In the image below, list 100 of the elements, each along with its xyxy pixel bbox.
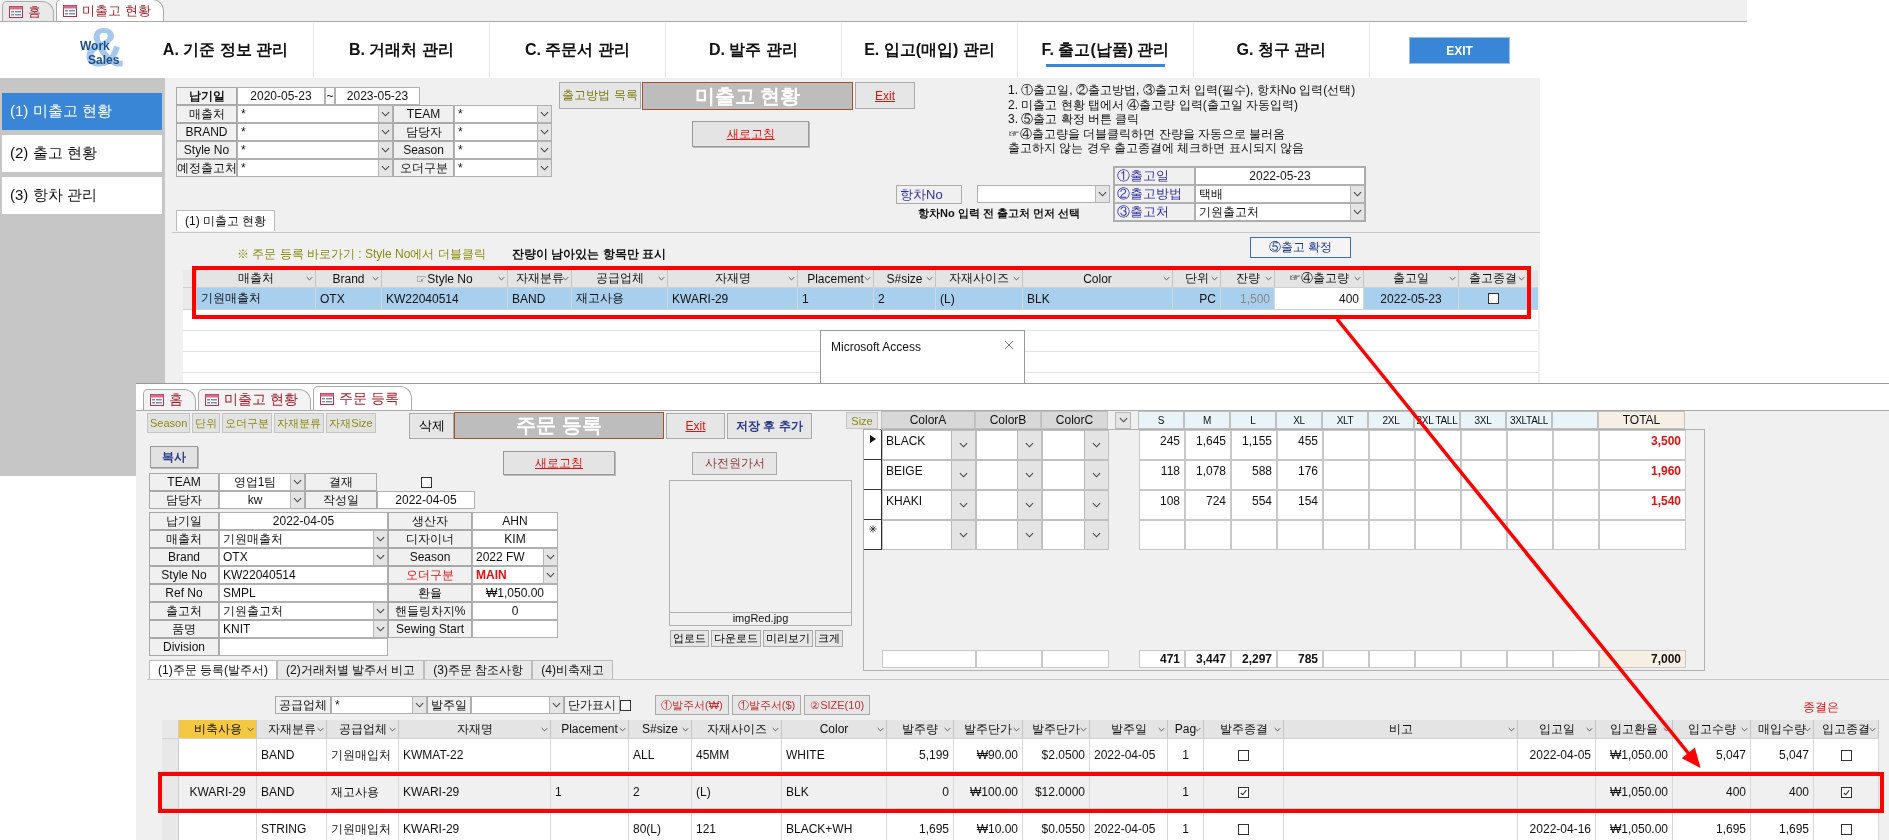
combo-field[interactable]: 기원출고처 [1195, 203, 1365, 221]
image-button[interactable]: 업로드 [670, 630, 709, 647]
column-header[interactable]: ☞Style No [382, 270, 508, 287]
combo-field[interactable]: KNIT [219, 620, 388, 638]
combo-field[interactable]: * [454, 105, 552, 123]
image-button[interactable]: 다운로드 [711, 630, 761, 647]
combo-field[interactable]: * [454, 123, 552, 141]
column-header[interactable]: Placement [551, 720, 629, 738]
document-tab[interactable]: 주문 등록 [312, 386, 412, 410]
column-header[interactable]: 자재분류 [257, 720, 327, 738]
combo-field[interactable] [977, 521, 1041, 549]
column-header[interactable]: 출고종결 [1459, 270, 1528, 287]
copy-button[interactable]: 복사 [150, 446, 198, 468]
row-selector[interactable] [864, 520, 882, 550]
delete-button[interactable]: 삭제 [409, 413, 454, 439]
checkbox[interactable] [1238, 786, 1249, 798]
text-field[interactable]: SMPL [219, 584, 388, 602]
date-field[interactable]: 2022-04-05 [377, 491, 475, 509]
image-button[interactable]: 미리보기 [763, 630, 813, 647]
tab[interactable]: (1) 미출고 현황 [176, 210, 276, 231]
confirm-button[interactable]: ⑤출고 확정 [1250, 237, 1351, 258]
sidebar-item[interactable]: (2) 출고 현황 [2, 135, 162, 172]
combo-field[interactable]: MAIN [472, 566, 558, 584]
column-header[interactable]: Color [1023, 270, 1173, 287]
document-tab[interactable]: 미출고 현황 [56, 0, 164, 21]
column-header[interactable]: 자재사이즈 [692, 720, 782, 738]
table-row[interactable]: KWARI-29 BAND 재고사용 KWARI-29 1 2 (L) BLK 0 ₩100.00 $12.0000 1 ₩1,050.00 400 400 [162, 776, 1880, 809]
column-header[interactable]: 단위 [1173, 270, 1221, 287]
row-selector[interactable] [864, 460, 882, 490]
dropdown-button[interactable] [1115, 411, 1131, 429]
document-tab[interactable]: 미출고 현황 [198, 389, 311, 410]
combo-field[interactable] [1043, 521, 1108, 549]
save-add-button[interactable]: 저장 후 추가 [727, 413, 812, 439]
column-header[interactable]: 잔량 [1221, 270, 1275, 287]
column-header[interactable]: S#size [629, 720, 692, 738]
column-header[interactable]: 자재사이즈 [936, 270, 1023, 287]
combo-field[interactable]: BLACK [883, 431, 975, 459]
column-header[interactable]: 비축사용 [179, 720, 257, 738]
column-header[interactable]: Placement [798, 270, 874, 287]
combo-field[interactable]: * [237, 141, 393, 159]
column-header[interactable]: Pag [1168, 720, 1204, 738]
report-button[interactable]: ①발주서($) [731, 695, 802, 715]
combo-field[interactable] [1043, 431, 1108, 459]
combo-field[interactable]: * [237, 159, 393, 177]
text-field[interactable]: KW22040514 [219, 566, 388, 584]
combo-field[interactable]: KHAKI [883, 491, 975, 519]
combo-field[interactable] [1043, 461, 1108, 489]
checkbox[interactable] [620, 699, 631, 711]
column-header[interactable]: 입고환율 [1596, 720, 1673, 738]
column-header[interactable]: 자재분류 [508, 270, 572, 287]
text-field[interactable]: KIM [472, 530, 558, 548]
text-field[interactable]: AHN [472, 512, 558, 530]
combo-field[interactable]: 택배 [1195, 185, 1365, 203]
column-header[interactable]: 발주단가 [954, 720, 1023, 738]
table-row[interactable]: 기원매출처 OTX KW22040514 BAND 재고사용 KWARI-29 1 2 (L) BLK PC 1,500 400 2022-05-23 [183, 288, 1538, 310]
combo-field[interactable]: * [331, 696, 427, 714]
checkbox[interactable] [1238, 749, 1249, 761]
combo-field[interactable]: 영업1팀 [219, 473, 305, 491]
refresh-button[interactable]: 새로고침 [692, 121, 809, 147]
checkbox[interactable] [1238, 823, 1249, 835]
column-header[interactable]: 비고 [1284, 720, 1518, 738]
checkbox[interactable] [1840, 823, 1852, 835]
combo-field[interactable]: BEIGE [883, 461, 975, 489]
combo-field[interactable]: 기원출고처 [219, 602, 388, 620]
column-header[interactable]: 입고수량 [1673, 720, 1751, 738]
sidebar-item[interactable]: (1) 미출고 현황 [2, 93, 162, 130]
column-header[interactable]: Brand [316, 270, 382, 287]
date-field[interactable]: 2023-05-23 [335, 87, 420, 105]
date-field[interactable]: 2022-05-23 [1195, 167, 1365, 185]
combo-field[interactable]: * [454, 159, 552, 177]
combo-field[interactable]: * [454, 141, 552, 159]
combo-field[interactable] [977, 185, 1110, 203]
combo-field[interactable] [977, 491, 1041, 519]
column-header[interactable]: S#size [874, 270, 936, 287]
column-header[interactable]: 발주단가 [1023, 720, 1090, 738]
combo-field[interactable] [1043, 491, 1108, 519]
text-field[interactable]: 0 [472, 602, 558, 620]
checkbox[interactable] [420, 476, 432, 488]
row-selector[interactable] [864, 430, 882, 460]
cost-sheet-button[interactable]: 사전원가서 [692, 452, 777, 475]
close-icon[interactable] [1004, 340, 1014, 350]
combo-field[interactable] [471, 696, 564, 714]
column-header[interactable]: Color [782, 720, 887, 738]
combo-field[interactable] [883, 521, 975, 549]
date-field[interactable]: 2020-05-23 [237, 87, 325, 105]
image-button[interactable]: 크게 [815, 630, 843, 647]
text-field[interactable] [472, 620, 558, 638]
checkbox[interactable] [1840, 786, 1852, 798]
report-button[interactable]: ②SIZE(10) [804, 695, 871, 715]
column-header[interactable]: 매출처 [197, 270, 316, 287]
text-field[interactable] [219, 638, 388, 656]
combo-field[interactable]: 기원매출처 [219, 530, 388, 548]
column-header[interactable]: 발주종결 [1204, 720, 1284, 738]
combo-field[interactable]: kw [219, 491, 305, 509]
date-field[interactable]: 2022-04-05 [219, 512, 388, 530]
tab[interactable]: (4)비축재고 [532, 660, 613, 680]
column-header[interactable]: 자재명 [668, 270, 798, 287]
combo-field[interactable]: 2022 FW [472, 548, 558, 566]
column-header[interactable]: 발주량 [887, 720, 954, 738]
column-header[interactable]: 입고일 [1518, 720, 1596, 738]
